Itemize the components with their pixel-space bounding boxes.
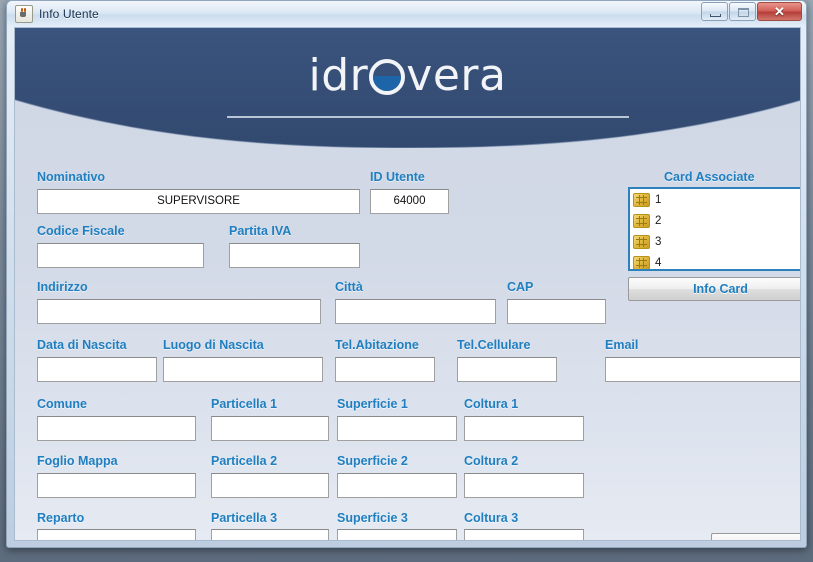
label-coltura-2: Coltura 2 [464,454,519,468]
input-superficie-2[interactable] [337,473,457,498]
app-logo: idr vera [15,54,800,98]
label-foglio-mappa: Foglio Mappa [37,454,118,468]
label-superficie-1: Superficie 1 [337,397,408,411]
input-coltura-3[interactable] [464,529,584,540]
input-data-nascita[interactable] [37,357,157,382]
maximize-icon [738,8,749,17]
logo-half-filled-circle-icon [369,59,406,95]
smartcard-chip-icon [633,234,650,249]
label-reparto: Reparto [37,511,85,525]
label-email: Email [605,338,639,352]
label-luogo-nascita: Luogo di Nascita [163,338,264,352]
window-controls: ✕ [700,2,802,21]
application-window: Info Utente ✕ idr vera Nominativo SUPERV… [6,0,807,548]
input-tel-abitazione[interactable] [335,357,435,382]
logo-divider [227,116,629,118]
input-particella-3[interactable] [211,529,329,540]
label-comune: Comune [37,397,87,411]
card-number: 2 [655,214,662,227]
label-particella-2: Particella 2 [211,454,278,468]
minimize-icon [710,14,721,17]
label-superficie-2: Superficie 2 [337,454,408,468]
label-tel-abitazione: Tel.Abitazione [335,338,419,352]
label-coltura-1: Coltura 1 [464,397,519,411]
list-item[interactable]: 1 [630,189,800,210]
list-item[interactable]: 3 [630,231,800,252]
input-superficie-1[interactable] [337,416,457,441]
list-item[interactable]: 4 [630,252,800,269]
minimize-button[interactable] [701,2,728,21]
card-number: 1 [655,193,662,206]
chiudi-button[interactable]: Chiudi [711,533,800,540]
input-citta[interactable] [335,299,496,324]
label-citta: Città [335,280,363,294]
input-tel-cellulare[interactable] [457,357,557,382]
card-associate-list[interactable]: 1 2 3 4 [628,187,800,271]
input-comune[interactable] [37,416,196,441]
header-banner: idr vera [15,28,800,148]
label-superficie-3: Superficie 3 [337,511,408,525]
input-coltura-1[interactable] [464,416,584,441]
input-coltura-2[interactable] [464,473,584,498]
logo-text-prefix: idr [308,50,369,101]
input-id-utente[interactable]: 64000 [370,189,449,214]
label-cap: CAP [507,280,534,294]
window-title: Info Utente [39,7,99,21]
label-codice-fiscale: Codice Fiscale [37,224,125,238]
info-card-button[interactable]: Info Card [628,277,800,301]
screenshot-root: Info Utente ✕ idr vera Nominativo SUPERV… [0,0,813,562]
label-card-associate: Card Associate [664,170,755,184]
input-reparto[interactable] [37,529,196,540]
smartcard-chip-icon [633,255,650,269]
input-partita-iva[interactable] [229,243,360,268]
card-number: 4 [655,256,662,269]
label-indirizzo: Indirizzo [37,280,88,294]
input-foglio-mappa[interactable] [37,473,196,498]
input-codice-fiscale[interactable] [37,243,204,268]
label-particella-3: Particella 3 [211,511,278,525]
input-luogo-nascita[interactable] [163,357,323,382]
input-indirizzo[interactable] [37,299,321,324]
label-id-utente: ID Utente [370,170,425,184]
input-cap[interactable] [507,299,606,324]
logo-text-suffix: vera [406,50,507,101]
label-nominativo: Nominativo [37,170,106,184]
label-particella-1: Particella 1 [211,397,278,411]
close-icon: ✕ [774,3,785,19]
title-bar[interactable]: Info Utente ✕ [7,1,806,27]
input-particella-1[interactable] [211,416,329,441]
smartcard-chip-icon [633,192,650,207]
client-area: idr vera Nominativo SUPERVISORE ID Utente… [14,27,801,541]
label-data-nascita: Data di Nascita [37,338,127,352]
list-item[interactable]: 2 [630,210,800,231]
input-nominativo[interactable]: SUPERVISORE [37,189,360,214]
input-particella-2[interactable] [211,473,329,498]
input-superficie-3[interactable] [337,529,457,540]
label-partita-iva: Partita IVA [229,224,292,238]
maximize-button[interactable] [729,2,756,21]
java-coffee-cup-icon [15,5,33,23]
close-button[interactable]: ✕ [757,2,802,21]
label-coltura-3: Coltura 3 [464,511,519,525]
input-email[interactable] [605,357,800,382]
smartcard-chip-icon [633,213,650,228]
label-tel-cellulare: Tel.Cellulare [457,338,531,352]
card-number: 3 [655,235,662,248]
